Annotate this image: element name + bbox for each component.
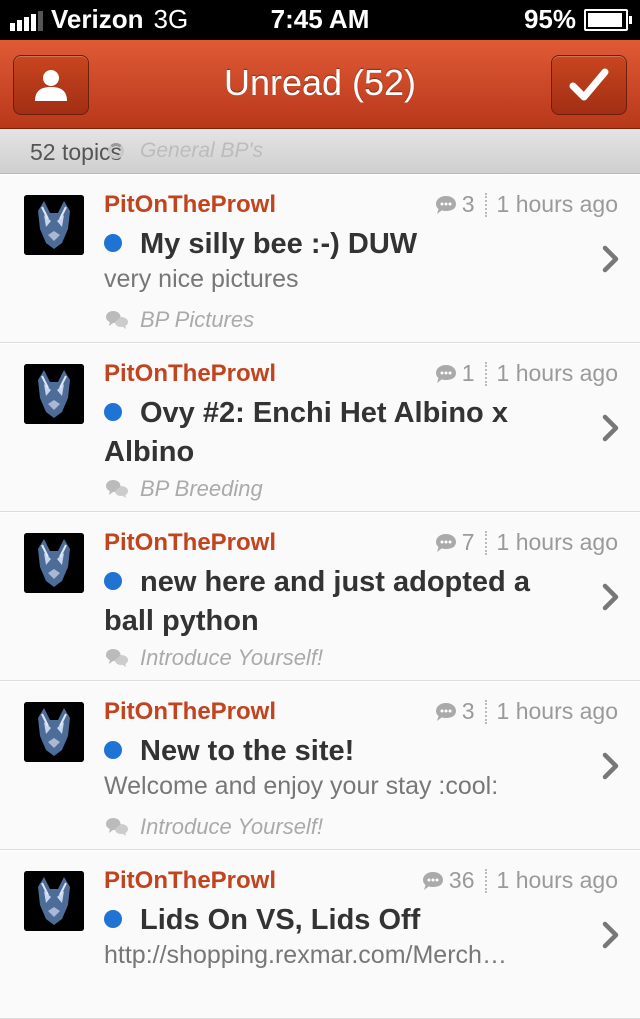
unread-dot-icon	[104, 572, 122, 590]
page-title: Unread (52)	[223, 62, 417, 103]
mark-read-button[interactable]	[551, 55, 627, 115]
avatar	[24, 195, 84, 255]
avatar	[24, 871, 84, 931]
forum-bubbles-icon	[106, 311, 128, 329]
reply-count: 3	[461, 191, 475, 217]
topic-preview: very nice pictures	[104, 265, 299, 293]
status-right: 95%	[523, 4, 632, 35]
topic-row[interactable]: PitOnTheProwl 3 1 hours ago My silly bee…	[0, 174, 640, 343]
topic-forum: BP Pictures	[104, 307, 254, 333]
topic-forum-name: Introduce Yourself!	[140, 645, 324, 670]
topic-list: PitOnTheProwl 3 1 hours ago My silly bee…	[0, 174, 640, 1019]
comment-bubble-icon	[422, 871, 443, 890]
chevron-right-icon[interactable]	[602, 245, 620, 273]
topic-time: 1 hours ago	[496, 360, 618, 386]
unread-dot-icon	[104, 910, 122, 928]
reply-count: 1	[461, 360, 475, 386]
forum-bubbles-icon	[106, 480, 128, 498]
topic-time: 1 hours ago	[496, 191, 618, 217]
meta-divider	[484, 868, 487, 893]
topic-title: new here and just adopted a ball python	[104, 563, 574, 641]
topic-author[interactable]: PitOnTheProwl	[104, 698, 276, 726]
chevron-right-icon[interactable]	[602, 921, 620, 949]
status-bar: Verizon 3G 7:45 AM 95%	[0, 0, 640, 40]
reply-count: 36	[448, 867, 475, 893]
topic-time: 1 hours ago	[496, 529, 618, 555]
forum-bubbles-icon	[106, 649, 128, 667]
avatar	[24, 533, 84, 593]
topic-author[interactable]: PitOnTheProwl	[104, 191, 276, 219]
topic-title-text: New to the site!	[140, 735, 355, 767]
comment-bubble-icon	[435, 533, 456, 552]
unread-dot-icon	[104, 234, 122, 252]
avatar	[24, 364, 84, 424]
checkmark-icon	[569, 68, 609, 101]
topic-meta: 7 1 hours ago	[434, 529, 618, 556]
unread-dot-icon	[104, 403, 122, 421]
topic-title: Lids On VS, Lids Off	[104, 901, 584, 940]
loading-spinner-icon	[108, 143, 124, 159]
topic-author[interactable]: PitOnTheProwl	[104, 529, 276, 557]
meta-divider	[484, 530, 487, 555]
topic-preview: Welcome and enjoy your stay :cool:	[104, 772, 499, 800]
battery-percent: 95%	[523, 4, 576, 34]
topic-title-text: Lids On VS, Lids Off	[140, 904, 421, 936]
unread-dot-icon	[104, 741, 122, 759]
topic-forum: Introduce Yourself!	[104, 645, 323, 671]
topic-title-text: My silly bee :-) DUW	[140, 228, 418, 260]
topic-meta: 1 1 hours ago	[434, 360, 618, 387]
comment-bubble-icon	[435, 364, 456, 383]
topics-subheader: 52 topics General BP's	[0, 129, 640, 174]
reply-count: 3	[461, 698, 475, 724]
topic-row[interactable]: PitOnTheProwl 1 1 hours ago Ovy #2: Ench…	[0, 343, 640, 512]
topic-forum: Introduce Yourself!	[104, 814, 323, 840]
topic-forum-name: Introduce Yourself!	[140, 814, 324, 839]
topic-author[interactable]: PitOnTheProwl	[104, 360, 276, 388]
meta-divider	[484, 361, 487, 386]
topic-time: 1 hours ago	[496, 698, 618, 724]
comment-bubble-icon	[435, 195, 456, 214]
topic-row[interactable]: PitOnTheProwl 7 1 hours ago new here and…	[0, 512, 640, 681]
topic-forum-name: BP Breeding	[140, 476, 263, 501]
forum-bubbles-icon	[106, 818, 128, 836]
reply-count: 7	[461, 529, 475, 555]
topic-row[interactable]: PitOnTheProwl 36 1 hours ago Lids On VS,…	[0, 850, 640, 1019]
meta-divider	[484, 699, 487, 724]
topic-title-text: new here and just adopted a ball python	[104, 566, 530, 637]
topic-time: 1 hours ago	[496, 867, 618, 893]
topic-forum: BP Breeding	[104, 476, 263, 502]
navigation-bar: Unread (52)	[0, 40, 640, 129]
topic-meta: 3 1 hours ago	[434, 191, 618, 218]
chevron-right-icon[interactable]	[602, 752, 620, 780]
comment-bubble-icon	[435, 702, 456, 721]
topic-forum-name: BP Pictures	[140, 307, 255, 332]
chevron-right-icon[interactable]	[602, 583, 620, 611]
meta-divider	[484, 192, 487, 217]
topic-row[interactable]: PitOnTheProwl 3 1 hours ago New to the s…	[0, 681, 640, 850]
topic-title: New to the site!	[104, 732, 584, 771]
topic-meta: 36 1 hours ago	[421, 867, 618, 894]
topic-meta: 3 1 hours ago	[434, 698, 618, 725]
topic-title: Ovy #2: Enchi Het Albino x Albino	[104, 394, 574, 472]
topic-title: My silly bee :-) DUW	[104, 225, 584, 264]
topic-author[interactable]: PitOnTheProwl	[104, 867, 276, 895]
topic-preview: http://shopping.rexmar.com/Merch…	[104, 941, 507, 969]
topic-title-text: Ovy #2: Enchi Het Albino x Albino	[104, 397, 508, 468]
forum-name: General BP's	[140, 139, 264, 162]
chevron-right-icon[interactable]	[602, 414, 620, 442]
battery-icon	[584, 8, 632, 31]
avatar	[24, 702, 84, 762]
